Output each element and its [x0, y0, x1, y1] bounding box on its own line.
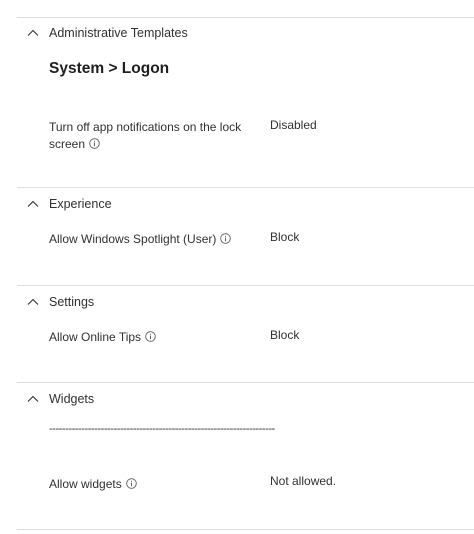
setting-label-app-notifications: Turn off app notifications on the lock s…	[49, 119, 241, 153]
setting-label-text: Allow Online Tips	[49, 330, 142, 344]
divider-top	[17, 17, 474, 18]
setting-label-widgets: Allow widgets	[49, 476, 137, 493]
chevron-up-icon	[26, 295, 40, 309]
info-icon[interactable]	[145, 331, 156, 342]
divider	[17, 187, 474, 188]
divider	[17, 285, 474, 286]
category-heading: System > Logon	[49, 60, 170, 77]
setting-label-windows-spotlight: Allow Windows Spotlight (User)	[49, 231, 232, 248]
setting-label-line2: screen	[49, 137, 86, 151]
divider	[17, 382, 474, 383]
info-icon[interactable]	[125, 478, 137, 489]
setting-label-online-tips: Allow Online Tips	[49, 329, 156, 346]
setting-value-app-notifications: Disabled	[270, 118, 317, 132]
divider-bottom	[17, 529, 474, 530]
chevron-up-icon	[26, 26, 40, 40]
section-title: Experience	[49, 197, 112, 211]
section-header-widgets[interactable]: Widgets	[26, 392, 94, 406]
section-header-administrative-templates[interactable]: Administrative Templates	[26, 26, 188, 40]
dashed-separator: ----------------------------------------…	[49, 423, 275, 435]
setting-label-text: Allow Windows Spotlight (User)	[49, 232, 217, 246]
chevron-up-icon	[26, 197, 40, 211]
setting-value-online-tips: Block	[270, 328, 300, 342]
section-header-settings[interactable]: Settings	[26, 295, 94, 309]
section-header-experience[interactable]: Experience	[26, 197, 112, 211]
chevron-up-icon	[26, 392, 40, 406]
setting-value-windows-spotlight: Block	[270, 230, 300, 244]
section-title: Settings	[49, 295, 95, 309]
section-title: Administrative Templates	[49, 26, 188, 40]
info-icon[interactable]	[89, 138, 100, 149]
setting-value-widgets: Not allowed.	[270, 474, 337, 488]
section-title: Widgets	[49, 392, 95, 406]
setting-label-line1: Turn off app notifications on the lock	[49, 120, 242, 134]
info-icon[interactable]	[220, 233, 232, 244]
setting-label-text: Allow widgets	[49, 477, 122, 491]
